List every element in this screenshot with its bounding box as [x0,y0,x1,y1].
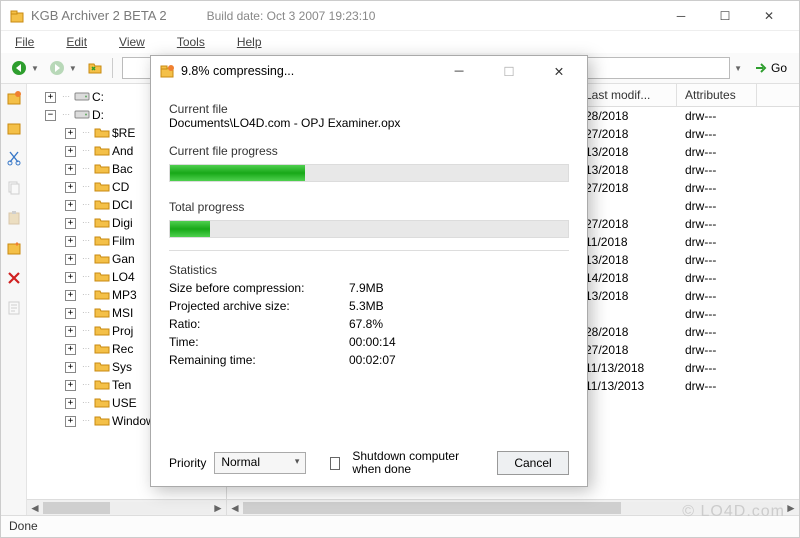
new-icon[interactable] [4,238,24,258]
stat-time-value: 00:00:14 [349,335,569,349]
expander-icon[interactable]: + [65,254,76,265]
back-dropdown[interactable]: ▼ [31,64,39,73]
expander-icon[interactable]: + [65,380,76,391]
statistics-label: Statistics [169,263,569,277]
archive-icon [159,63,175,79]
compress-dialog: 9.8% compressing... ─ ☐ ✕ Current file D… [150,55,588,487]
menu-view[interactable]: View [113,33,151,51]
expander-icon[interactable]: + [65,416,76,427]
close-button[interactable]: ✕ [747,2,791,30]
open-folder-button[interactable] [83,56,107,80]
total-progress-label: Total progress [169,200,569,214]
shutdown-label: Shutdown computer when done [352,450,481,476]
forward-dropdown[interactable]: ▼ [69,64,77,73]
expander-icon[interactable]: + [45,92,56,103]
cancel-button[interactable]: Cancel [497,451,569,475]
menubar: File Edit View Tools Help [1,31,799,53]
expander-icon[interactable]: + [65,398,76,409]
expander-icon[interactable]: + [65,236,76,247]
list-hscroll[interactable]: ◄► [227,499,799,515]
stat-size-before-label: Size before compression: [169,281,349,295]
divider [169,250,569,251]
stat-projected-value: 5.3MB [349,299,569,313]
dialog-close-button[interactable]: ✕ [545,64,573,79]
col-modified[interactable]: Last modif... [577,84,677,106]
address-dropdown[interactable]: ▼ [734,64,742,73]
window-title: KGB Archiver 2 BETA 2 [31,8,167,23]
main-window: KGB Archiver 2 BETA 2 Build date: Oct 3 … [0,0,800,538]
toolbar-separator [112,58,113,78]
dialog-titlebar[interactable]: 9.8% compressing... ─ ☐ ✕ [151,56,587,86]
properties-icon[interactable] [4,298,24,318]
expander-icon[interactable]: − [45,110,56,121]
titlebar: KGB Archiver 2 BETA 2 Build date: Oct 3 … [1,1,799,31]
go-button[interactable]: Go [748,59,793,77]
expander-icon[interactable]: + [65,164,76,175]
menu-help[interactable]: Help [231,33,268,51]
menu-edit[interactable]: Edit [60,33,93,51]
priority-value: Normal [221,455,260,469]
minimize-button[interactable]: ─ [659,2,703,30]
expander-icon[interactable]: + [65,200,76,211]
forward-button[interactable] [45,56,69,80]
menu-tools[interactable]: Tools [171,33,211,51]
expander-icon[interactable]: + [65,128,76,139]
stat-remaining-label: Remaining time: [169,353,349,367]
priority-label: Priority [169,456,206,470]
expander-icon[interactable]: + [65,218,76,229]
delete-icon[interactable] [4,268,24,288]
dialog-maximize-button[interactable]: ☐ [495,64,523,79]
expander-icon[interactable]: + [65,326,76,337]
status-bar: Done [1,515,799,537]
extract-icon[interactable] [4,118,24,138]
shutdown-checkbox[interactable] [330,457,340,470]
stat-size-before-value: 7.9MB [349,281,569,295]
build-date: Build date: Oct 3 2007 19:23:10 [207,9,376,23]
dialog-minimize-button[interactable]: ─ [445,64,473,79]
stat-projected-label: Projected archive size: [169,299,349,313]
maximize-button[interactable]: ☐ [703,2,747,30]
stat-time-label: Time: [169,335,349,349]
tree-hscroll[interactable]: ◄► [27,499,226,515]
cut-icon[interactable] [4,148,24,168]
expander-icon[interactable]: + [65,272,76,283]
total-progress-bar [169,220,569,238]
stat-ratio-value: 67.8% [349,317,569,331]
current-file-label: Current file [169,102,569,116]
col-attributes[interactable]: Attributes [677,84,757,106]
menu-file[interactable]: File [9,33,40,51]
expander-icon[interactable]: + [65,290,76,301]
paste-icon[interactable] [4,208,24,228]
expander-icon[interactable]: + [65,182,76,193]
current-file-value: Documents\LO4D.com - OPJ Examiner.opx [169,116,569,130]
stat-remaining-value: 00:02:07 [349,353,569,367]
compress-icon[interactable] [4,88,24,108]
total-progress-fill [170,221,210,237]
expander-icon[interactable]: + [65,344,76,355]
go-label: Go [771,61,787,75]
priority-select[interactable]: Normal [214,452,306,474]
stat-ratio-label: Ratio: [169,317,349,331]
expander-icon[interactable]: + [65,308,76,319]
statistics-grid: Size before compression: 7.9MB Projected… [169,281,569,367]
dialog-title: 9.8% compressing... [181,64,294,78]
back-button[interactable] [7,56,31,80]
current-progress-label: Current file progress [169,144,569,158]
copy-icon[interactable] [4,178,24,198]
side-toolbar [1,84,27,515]
status-text: Done [9,519,38,533]
current-progress-fill [170,165,305,181]
expander-icon[interactable]: + [65,362,76,373]
expander-icon[interactable]: + [65,146,76,157]
current-progress-bar [169,164,569,182]
app-icon [9,8,25,24]
